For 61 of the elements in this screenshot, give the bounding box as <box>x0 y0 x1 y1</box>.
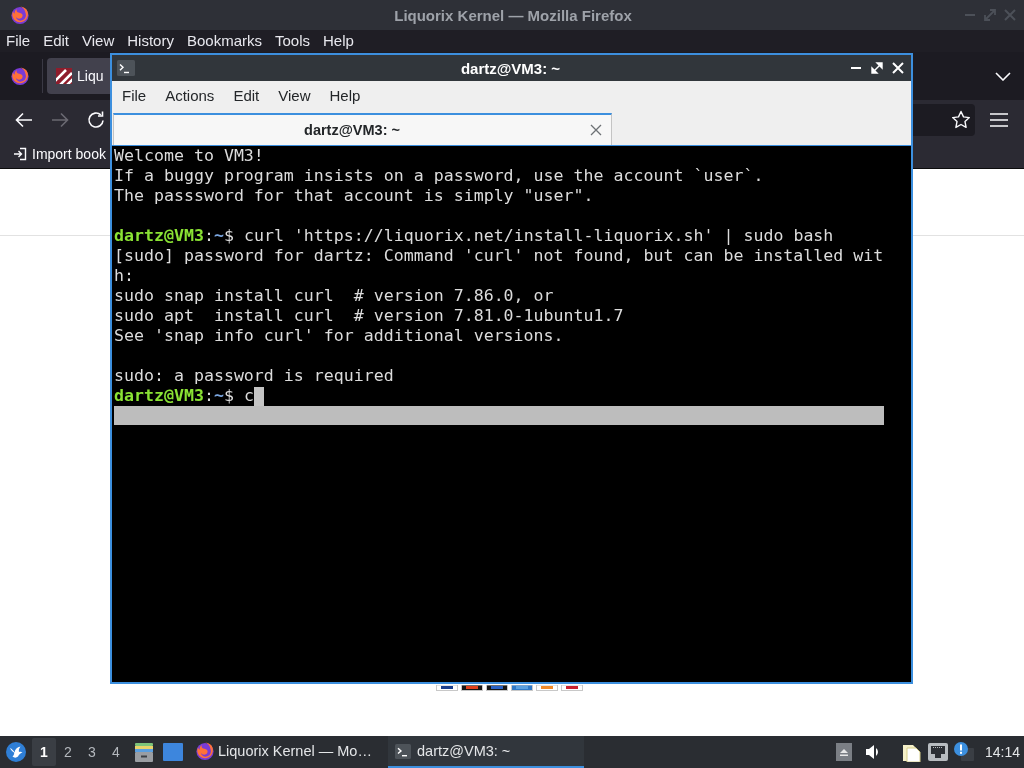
payment-card-icon <box>561 685 583 691</box>
workspace-button[interactable]: 3 <box>80 738 104 766</box>
workspace-button[interactable]: 2 <box>56 738 80 766</box>
command-prompt-line: dartz@VM3:~$ curl 'https://liquorix.net/install-liquorix.sh' | sudo bash <box>114 226 834 246</box>
taskbar-task[interactable]: Liquorix Kernel — Mo… <box>192 736 388 768</box>
menu-item[interactable]: File <box>6 31 31 51</box>
terminal-output-line: sudo snap install curl # version 7.86.0, or <box>114 286 554 306</box>
browser-tab[interactable]: Liqu <box>47 58 110 94</box>
menu-item[interactable]: Tools <box>275 31 310 51</box>
volume-icon[interactable] <box>864 744 881 760</box>
payment-card-icon <box>461 685 483 691</box>
terminal-output-line: h: <box>114 266 134 286</box>
payment-card-icon <box>486 685 508 691</box>
terminal-output-line: If a buggy program insists on a password, use the account `user`. <box>114 166 764 186</box>
menu-icon[interactable] <box>990 113 1008 127</box>
chevron-down-icon[interactable] <box>995 71 1011 81</box>
terminal-output-line: sudo apt install curl # version 7.81.0-1ubuntu1.7 <box>114 306 624 326</box>
menu-item[interactable]: File <box>122 86 147 106</box>
menu-item[interactable]: Edit <box>43 31 70 51</box>
workspace-button[interactable]: 4 <box>104 738 128 766</box>
workspace-button[interactable]: 1 <box>32 738 56 766</box>
clipboard-icon[interactable] <box>900 742 921 762</box>
browser-logo-icon[interactable] <box>10 66 30 86</box>
clock: 14:14 <box>984 744 1020 760</box>
eject-icon[interactable] <box>835 743 852 761</box>
terminal-icon <box>395 743 411 759</box>
network-port-icon[interactable] <box>927 743 948 761</box>
menu-item[interactable]: View <box>278 86 311 106</box>
file-cabinet-icon[interactable] <box>134 742 154 762</box>
menu-item[interactable]: Edit <box>233 86 260 106</box>
striped-favicon-icon <box>56 68 72 84</box>
window-title: Liquorix Kernel — Mozilla Firefox <box>394 6 632 24</box>
menu-item[interactable]: Bookmarks <box>186 31 262 51</box>
window-title: dartz@VM3: ~ <box>460 59 561 77</box>
payment-card-icon <box>511 685 533 691</box>
terminal-tab[interactable]: dartz@VM3: ~ <box>113 113 612 145</box>
back-button[interactable] <box>14 110 34 130</box>
browser-logo-icon <box>10 5 30 25</box>
bird-logo-icon[interactable] <box>6 742 26 762</box>
terminal-output-line: [sudo] password for dartz: Command 'curl' not found, but can be installed wit <box>114 246 884 266</box>
menu-item[interactable]: Help <box>323 31 354 51</box>
alert-icon[interactable] <box>953 742 974 762</box>
browser-logo-icon <box>195 741 215 761</box>
reload-button[interactable] <box>86 110 106 130</box>
menu-item[interactable]: History <box>127 31 174 51</box>
payment-card-icon <box>436 685 458 691</box>
star-icon[interactable] <box>951 110 971 130</box>
command-prompt-line: dartz@VM3:~$ c <box>114 386 254 406</box>
terminal-output-line: The passsword for that account is simply "user". <box>114 186 594 206</box>
url-field[interactable] <box>913 104 975 136</box>
terminal-output-line: See 'snap info curl' for additional versions. <box>114 326 564 346</box>
menu-item[interactable]: View <box>82 31 115 51</box>
menu-item[interactable]: Actions <box>165 86 215 106</box>
menu-item[interactable]: Help <box>329 86 361 106</box>
payment-card-icon <box>536 685 558 691</box>
taskbar-task[interactable]: dartz@VM3: ~ <box>388 736 584 768</box>
terminal-output-line: sudo: a password is required <box>114 366 394 386</box>
terminal-icon <box>117 60 135 76</box>
bookmark-item[interactable]: Import book <box>13 146 106 162</box>
import-icon <box>13 147 27 161</box>
terminal-output-line: Welcome to VM3! <box>114 146 264 166</box>
